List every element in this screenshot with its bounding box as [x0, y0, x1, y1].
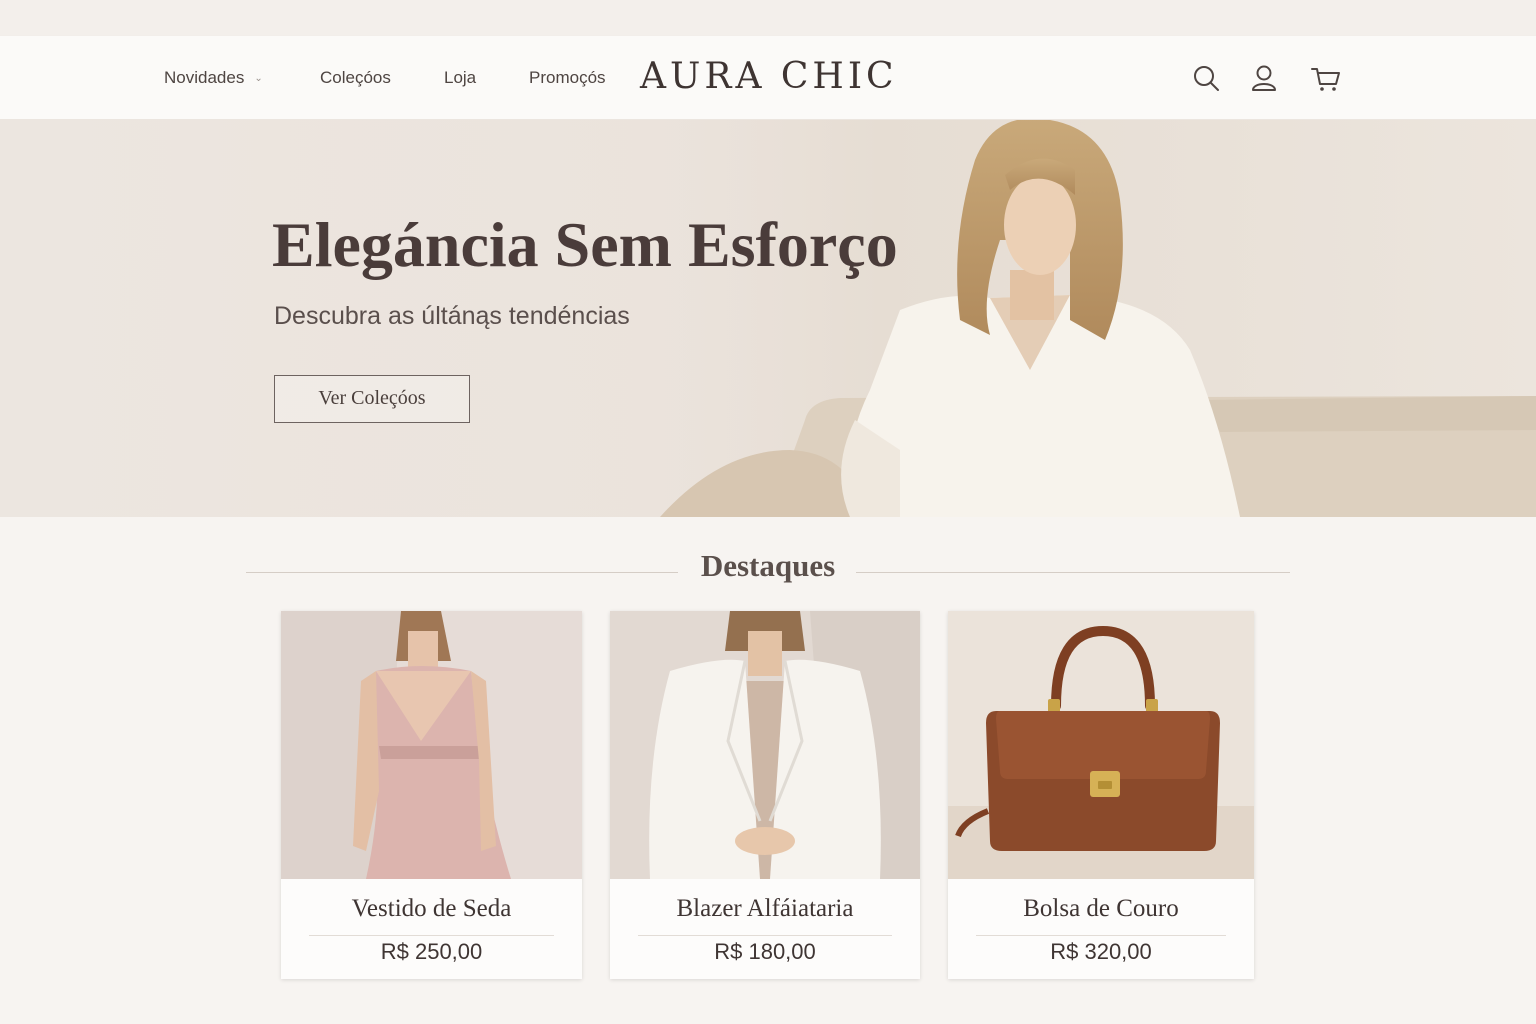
section-divider-right [856, 572, 1290, 573]
nav-item-label: Novidades [164, 68, 245, 87]
card-divider [309, 935, 554, 936]
product-image-bag[interactable] [948, 611, 1254, 879]
card-divider [976, 935, 1226, 936]
product-price: R$ 180,00 [714, 939, 816, 964]
main-navbar: Novidades ⌄ Coleçóos Loja Promoçós AURA C… [0, 36, 1536, 120]
product-card[interactable]: Vestido de Seda R$ 250,00 [281, 611, 582, 979]
card-divider [638, 935, 892, 936]
product-price: R$ 250,00 [380, 939, 483, 964]
product-image-dress[interactable] [281, 611, 582, 879]
product-name[interactable]: Vestido de Seda [281, 895, 582, 923]
user-icon[interactable] [1246, 60, 1282, 96]
hero-title: Elegáncia Sem Esforço [272, 209, 898, 280]
section-title: Destaques [700, 548, 836, 583]
product-name[interactable]: Bolsa de Couro [948, 895, 1254, 923]
product-price: R$ 320,00 [1050, 939, 1152, 964]
product-card[interactable]: Blazer Alfáiataria R$ 180,00 [610, 611, 920, 979]
chevron-down-icon: ⌄ [254, 73, 263, 84]
brand-logo[interactable]: AURA CHIC [640, 36, 894, 120]
cart-icon[interactable] [1308, 60, 1344, 96]
hero-subtitle: Descubra as últánąs tendéncias [274, 302, 630, 330]
nav-item-loja[interactable]: Loja [444, 36, 476, 120]
product-card[interactable]: Bolsa de Couro R$ 320,00 [948, 611, 1254, 979]
nav-item-novidades[interactable]: Novidades ⌄ [164, 36, 263, 120]
product-name[interactable]: Blazer Alfáiataria [610, 895, 920, 923]
top-band [0, 0, 1536, 36]
nav-item-colecoes[interactable]: Coleçóos [320, 36, 391, 120]
hero-banner: Elegáncia Sem Esforço Descubra as últáną… [0, 120, 1536, 517]
hero-model-image [600, 120, 1536, 517]
search-icon[interactable] [1188, 60, 1224, 96]
view-collections-button[interactable]: Ver Coleçóos [274, 375, 470, 423]
nav-item-promocoes[interactable]: Promoçós [529, 36, 606, 120]
product-image-blazer[interactable] [610, 611, 920, 879]
